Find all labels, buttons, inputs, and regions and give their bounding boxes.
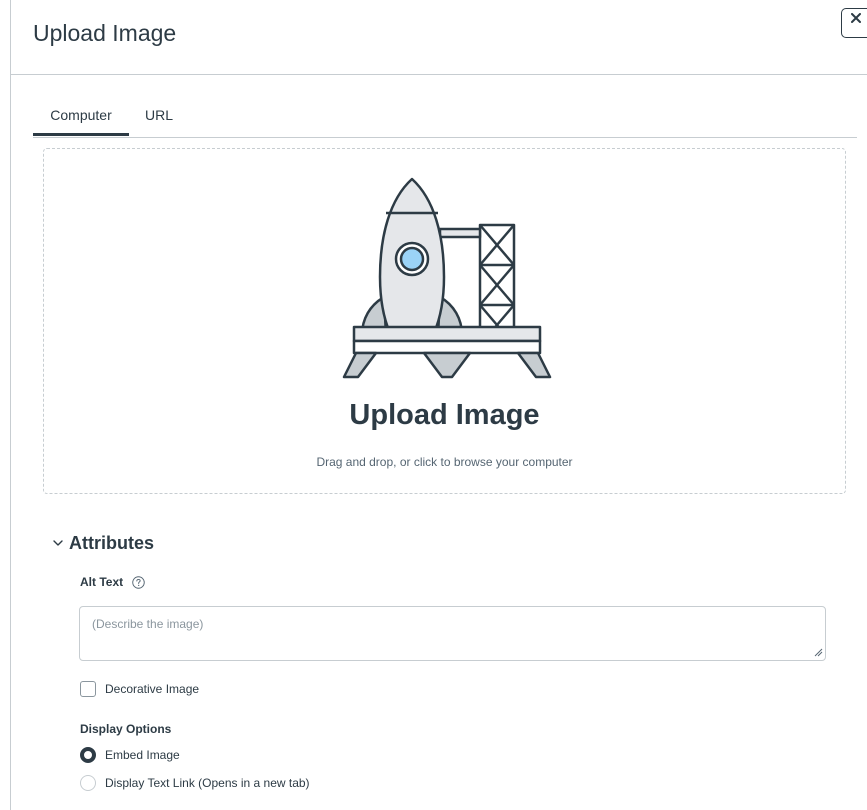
tab-url[interactable]: URL <box>129 100 189 136</box>
upload-image-dialog: Upload Image Computer URL Upload Image D… <box>0 0 867 810</box>
decorative-image-checkbox[interactable] <box>80 681 96 697</box>
embed-image-label: Embed Image <box>105 748 180 762</box>
dialog-title: Upload Image <box>33 20 177 46</box>
dropzone-hint: Drag and drop, or click to browse your c… <box>316 455 573 469</box>
display-options-label: Display Options <box>80 722 172 736</box>
alt-text-input[interactable] <box>79 606 826 661</box>
alt-text-label-text: Alt Text <box>80 575 124 589</box>
attributes-toggle[interactable]: Attributes <box>53 532 154 554</box>
close-icon <box>851 13 861 23</box>
display-text-link-option[interactable]: Display Text Link (Opens in a new tab) <box>80 775 310 791</box>
dialog-left-border <box>10 0 11 810</box>
source-tabs: Computer URL <box>33 100 857 138</box>
close-button[interactable] <box>841 8 867 38</box>
display-text-link-label: Display Text Link (Opens in a new tab) <box>105 776 310 790</box>
file-dropzone[interactable]: Upload Image Drag and drop, or click to … <box>43 148 846 494</box>
decorative-image-checkbox-row[interactable]: Decorative Image <box>80 681 199 697</box>
dialog-header: Upload Image <box>11 0 867 75</box>
decorative-image-label: Decorative Image <box>105 682 200 696</box>
resize-handle-icon[interactable] <box>813 647 823 657</box>
help-question-icon[interactable] <box>132 575 145 589</box>
tab-computer[interactable]: Computer <box>33 100 129 136</box>
rocket-launch-icon <box>342 177 552 379</box>
embed-image-radio[interactable] <box>80 747 96 763</box>
embed-image-option[interactable]: Embed Image <box>80 747 180 763</box>
alt-text-label: Alt Text <box>80 575 145 589</box>
attributes-heading: Attributes <box>69 532 154 553</box>
dropzone-title: Upload Image <box>349 399 540 431</box>
chevron-down-icon <box>53 540 63 546</box>
display-text-link-radio[interactable] <box>80 775 96 791</box>
